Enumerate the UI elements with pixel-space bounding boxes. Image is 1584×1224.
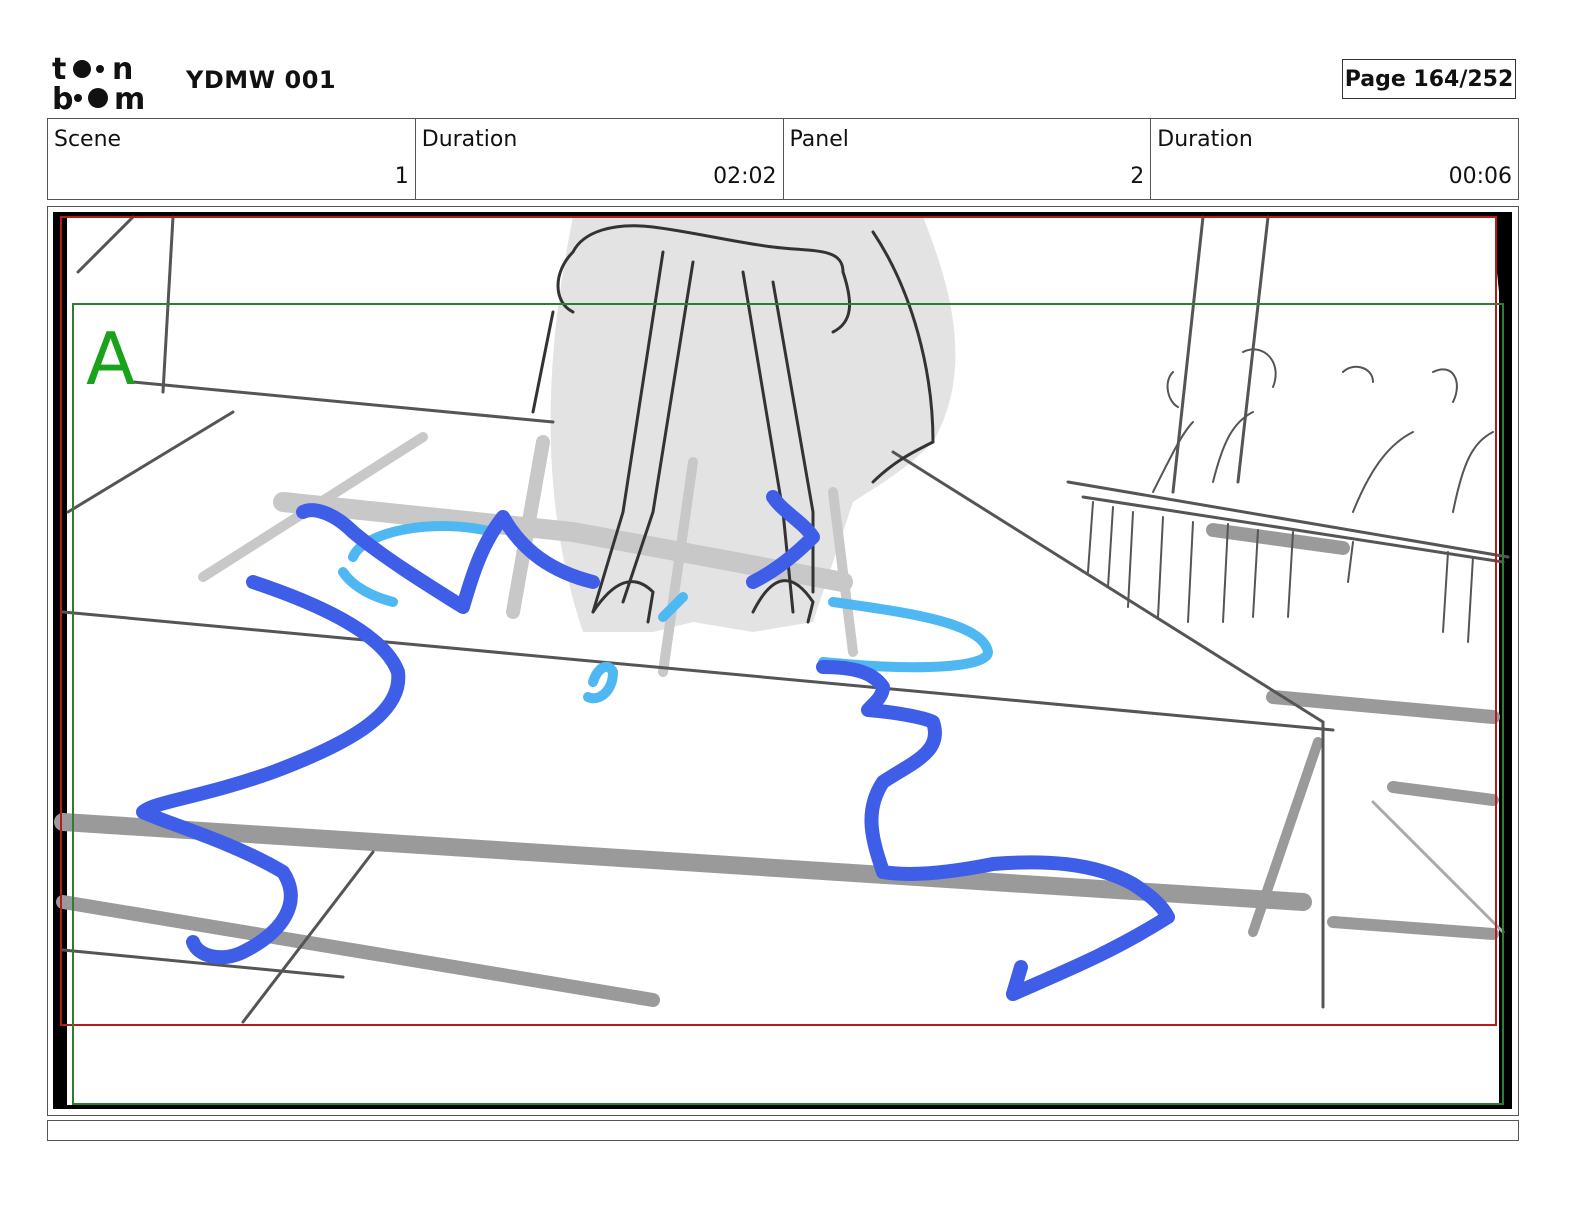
- scene-label: Scene: [54, 127, 122, 152]
- scene-duration-value: 02:02: [713, 164, 777, 189]
- panel-drawing: [53, 212, 1512, 1109]
- camera-marker-label: A: [86, 317, 136, 401]
- storyboard-panel: A: [47, 206, 1519, 1116]
- page-number: Page 164/252: [1342, 59, 1516, 99]
- toon-boom-logo: t n b m: [52, 52, 145, 112]
- panel-duration-value: 00:06: [1448, 164, 1512, 189]
- panel-value: 2: [1130, 164, 1145, 189]
- scene-duration-cell: Duration 02:02: [416, 119, 784, 199]
- scene-info-table: Scene 1 Duration 02:02 Panel 2 Duration …: [47, 118, 1519, 200]
- project-title: YDMW 001: [186, 66, 337, 94]
- panel-duration-cell: Duration 00:06: [1151, 119, 1518, 199]
- panel-cell: Panel 2: [784, 119, 1152, 199]
- svg-text:m: m: [114, 82, 145, 112]
- scene-duration-label: Duration: [421, 127, 518, 152]
- panel-duration-label: Duration: [1157, 127, 1253, 152]
- scene-value: 1: [394, 164, 409, 189]
- svg-text:b: b: [52, 82, 73, 112]
- caption-box: [47, 1120, 1519, 1141]
- scene-cell: Scene 1: [48, 119, 416, 199]
- panel-label: Panel: [789, 127, 849, 152]
